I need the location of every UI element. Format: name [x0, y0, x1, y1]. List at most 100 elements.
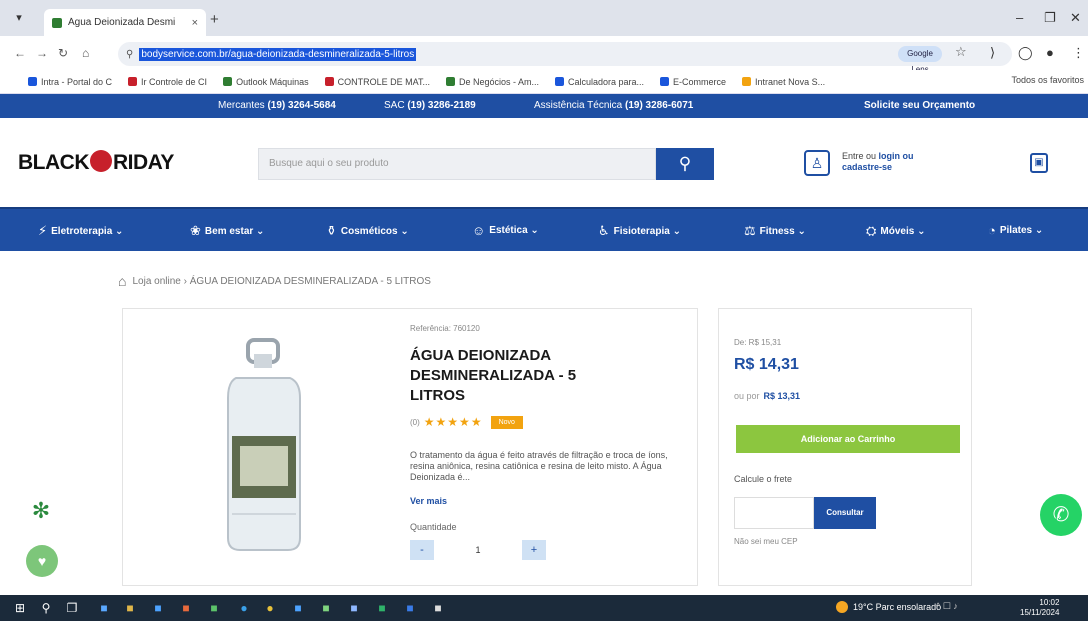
- taskbar-app-icon[interactable]: ■: [206, 600, 222, 616]
- weather-widget[interactable]: 19°C Parc ensolarado: [836, 601, 941, 613]
- chrome-logo-icon[interactable]: ●: [1046, 45, 1054, 60]
- site-info-icon[interactable]: ⚲: [126, 49, 133, 60]
- bookmark-favicon-icon: [554, 77, 564, 86]
- chrome-taskbar-icon[interactable]: ●: [262, 600, 278, 616]
- see-more-link[interactable]: Ver mais: [410, 496, 447, 506]
- clock[interactable]: 10:02 15/11/2024: [1020, 598, 1059, 618]
- close-window-icon[interactable]: ✕: [1070, 10, 1081, 26]
- product-rating: (0) ★★★★★ Novo: [410, 415, 523, 429]
- add-to-cart-button[interactable]: Adicionar ao Carrinho: [736, 425, 960, 453]
- logo-mark-icon: [90, 150, 112, 172]
- taskbar-app-icon[interactable]: ■: [150, 600, 166, 616]
- bookmark-favicon-icon: [324, 77, 334, 86]
- new-tab-button[interactable]: +: [210, 11, 219, 28]
- unknown-cep-link[interactable]: Não sei meu CEP: [734, 537, 798, 546]
- forward-icon[interactable]: →: [36, 46, 48, 60]
- cosmetics-icon: ⚱: [326, 223, 337, 238]
- weather-sun-icon: [836, 601, 848, 613]
- accessibility-widget-icon[interactable]: ✻: [22, 494, 60, 528]
- search-button[interactable]: ⚲: [656, 148, 714, 180]
- bookmark-item[interactable]: Intranet Nova S...: [742, 77, 825, 87]
- address-bar[interactable]: ⚲ bodyservice.com.br/agua-deionizada-des…: [118, 42, 1012, 66]
- category-moveis[interactable]: ⛭ Móveis ⌄: [866, 223, 925, 239]
- extension-icon[interactable]: ⟩: [990, 45, 995, 61]
- reload-icon[interactable]: ↻: [58, 46, 68, 60]
- cart-icon[interactable]: ▣: [1030, 153, 1048, 173]
- phone-sac[interactable]: SAC (19) 3286-2189: [384, 100, 476, 111]
- windows-taskbar: ⊞ ⚲ ❐ ■ ■ ■ ■ ■ ● ● ■ ■ ■ ■ ■ ■ 19°C Par…: [0, 595, 1088, 621]
- quote-link[interactable]: Solicite seu Orçamento: [864, 100, 975, 111]
- outlook-icon[interactable]: ■: [402, 600, 418, 616]
- taskbar-app-icon[interactable]: ■: [346, 600, 362, 616]
- back-icon[interactable]: ←: [14, 46, 26, 60]
- product-description: O tratamento da água é feito através de …: [410, 450, 668, 482]
- tab-favicon-icon: [52, 17, 62, 28]
- home-icon[interactable]: ⌂: [82, 46, 89, 60]
- wellness-icon: ❀: [190, 223, 201, 238]
- bookmark-item[interactable]: Ir Controle de CI: [128, 77, 207, 87]
- bookmark-item[interactable]: De Negócios - Am...: [445, 77, 539, 87]
- category-cosmeticos[interactable]: ⚱ Cosméticos ⌄: [326, 223, 409, 239]
- word-icon[interactable]: ■: [290, 600, 306, 616]
- aesthetics-icon: ☺: [472, 223, 486, 238]
- google-lens-button[interactable]: Google Lens: [898, 46, 942, 74]
- taskbar-app-icon[interactable]: ■: [318, 600, 334, 616]
- alt-price: ou por R$ 13,31: [734, 391, 801, 401]
- task-view-icon[interactable]: ❐: [64, 600, 80, 616]
- quantity-increase-button[interactable]: +: [522, 540, 546, 560]
- category-estetica[interactable]: ☺ Estética ⌄: [472, 223, 539, 238]
- category-eletroterapia[interactable]: ⚡ Eletroterapia ⌄: [38, 223, 123, 239]
- category-fisioterapia[interactable]: ♿ Fisioterapia ⌄: [598, 223, 681, 239]
- category-pilates[interactable]: ◔ Pilates ⌄: [988, 223, 1043, 238]
- taskbar-app-icon[interactable]: ■: [96, 600, 112, 616]
- bookmark-item[interactable]: Intra - Portal do C: [28, 77, 112, 87]
- taskbar-app-icon[interactable]: ■: [430, 600, 446, 616]
- windows-start-icon[interactable]: ⊞: [12, 600, 28, 616]
- consult-shipping-button[interactable]: Consultar: [814, 497, 876, 529]
- tab-close-icon[interactable]: ×: [192, 17, 198, 29]
- taskbar-search-icon[interactable]: ⚲: [38, 600, 54, 616]
- quantity-value[interactable]: 1: [434, 540, 522, 560]
- quantity-decrease-button[interactable]: -: [410, 540, 434, 560]
- login-link[interactable]: Entre ou login ou cadastre-se: [842, 151, 914, 173]
- category-bem-estar[interactable]: ❀ Bem estar ⌄: [190, 223, 264, 239]
- all-bookmarks[interactable]: Todos os favoritos: [1011, 75, 1084, 85]
- bookmark-favicon-icon: [742, 77, 752, 86]
- bookmark-item[interactable]: Outlook Máquinas: [223, 77, 309, 87]
- bookmark-star-icon[interactable]: ☆: [955, 44, 967, 60]
- category-fitness[interactable]: ⚖ Fitness ⌄: [744, 223, 806, 239]
- browser-tab[interactable]: Água Deionizada Desmi ×: [44, 9, 206, 36]
- cep-input[interactable]: [734, 497, 814, 529]
- cookie-widget-icon[interactable]: ♥: [26, 545, 58, 577]
- user-icon[interactable]: ♙: [804, 150, 830, 176]
- excel-icon[interactable]: ■: [374, 600, 390, 616]
- taskbar-app-icon[interactable]: ■: [178, 600, 194, 616]
- rating-stars-icon: ★★★★★: [423, 415, 483, 429]
- search-input[interactable]: Busque aqui o seu produto: [258, 148, 656, 180]
- profile-icon[interactable]: ◯: [1018, 45, 1033, 61]
- bookmark-item[interactable]: E-Commerce: [660, 77, 726, 87]
- site-header: BLACK RIDAY Busque aqui o seu produto ⚲ ♙…: [0, 118, 1088, 206]
- file-explorer-icon[interactable]: ■: [122, 600, 138, 616]
- maximize-icon[interactable]: ❐: [1044, 10, 1056, 26]
- contact-bar: Mercantes (19) 3264-5684 SAC (19) 3286-2…: [0, 94, 1088, 118]
- minimize-icon[interactable]: –: [1016, 10, 1023, 25]
- bookmark-item[interactable]: CONTROLE DE MAT...: [324, 77, 430, 87]
- phone-sales[interactable]: Mercantes (19) 3264-5684: [218, 100, 336, 111]
- breadcrumb-home[interactable]: Loja online: [132, 276, 180, 287]
- home-breadcrumb-icon[interactable]: ⌂: [118, 273, 126, 289]
- product-image[interactable]: [218, 338, 308, 552]
- site-logo[interactable]: BLACK RIDAY: [18, 150, 174, 175]
- menu-dots-icon[interactable]: ⋮: [1072, 45, 1085, 61]
- bookmark-favicon-icon: [223, 77, 233, 86]
- new-badge: Novo: [490, 415, 523, 429]
- edge-icon[interactable]: ●: [236, 600, 252, 616]
- url-text[interactable]: bodyservice.com.br/agua-deionizada-desmi…: [139, 47, 417, 61]
- tab-list-icon[interactable]: ▾: [10, 11, 28, 27]
- whatsapp-icon[interactable]: ✆: [1040, 494, 1082, 536]
- bookmark-item[interactable]: Calculadora para...: [554, 77, 644, 87]
- system-tray[interactable]: ^ ☐ ♪: [936, 601, 958, 612]
- quantity-stepper: - 1 +: [410, 540, 546, 560]
- list-price: De: R$ 15,31: [734, 338, 782, 347]
- phone-tech-support[interactable]: Assistência Técnica (19) 3286-6071: [534, 100, 693, 111]
